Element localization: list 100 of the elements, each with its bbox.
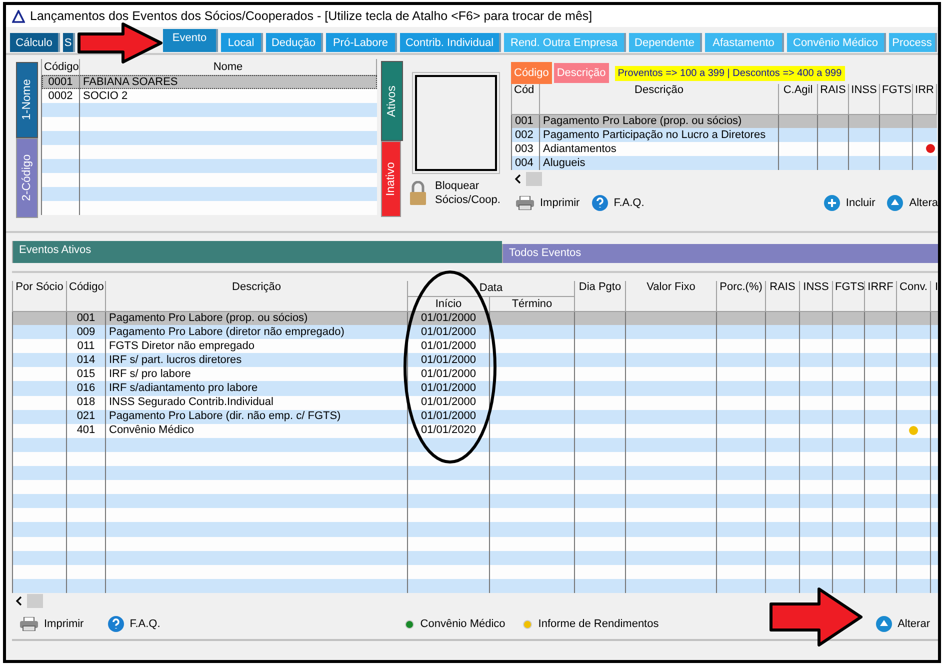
table-cell: 002: [515, 128, 534, 140]
table-cell: IRF s/adiantamento pro labore: [109, 382, 258, 394]
tab[interactable]: Evento: [163, 29, 218, 52]
table-cell: 016: [76, 382, 96, 394]
event-row[interactable]: 002 Pagamento Participação no Lucro a Diretores: [512, 128, 936, 142]
table-cell: Pagamento Participação no Lucro a Diretores: [543, 128, 766, 140]
table-cell: Pagamento Pro Labore (dir. não emp. c/ FGTS): [109, 410, 341, 422]
event-row[interactable]: 011 FGTS Diretor não empregado 01/01/2000: [12, 339, 938, 354]
column-header: Descrição: [106, 281, 408, 311]
table-cell: 01/01/2000: [420, 410, 476, 422]
event-row[interactable]: 021 Pagamento Pro Labore (dir. não emp. c/ FGTS) 01/01/2000: [12, 410, 938, 424]
help-icon: [108, 616, 124, 632]
event-row[interactable]: 009 Pagamento Pro Labore (diretor não empregado) 01/01/2000: [12, 325, 938, 340]
triangle-logo-icon: [12, 10, 25, 22]
tab[interactable]: Cálculo: [10, 33, 60, 52]
event-row[interactable]: 004 Alugueis: [512, 156, 936, 170]
lock-partners-label[interactable]: Bloquear Sócios/Coop.: [435, 179, 507, 207]
table-cell: SOCIO 2: [83, 90, 128, 102]
column-header: Descrição: [540, 84, 778, 114]
status-tab[interactable]: Ativos: [381, 61, 403, 141]
plus-icon: [824, 195, 840, 211]
table-cell: IRF s/ part. lucros diretores: [109, 354, 242, 366]
table-cell: INSS Segurado Contrib.Individual: [109, 396, 274, 408]
table-cell: FGTS Diretor não empregado: [109, 340, 255, 352]
column-header: Conv.: [896, 281, 930, 311]
table-cell: Convênio Médico: [109, 424, 194, 436]
column-header: INSS: [848, 84, 880, 114]
table-cell: 001: [76, 312, 96, 324]
table-cell: 018: [76, 396, 96, 408]
code-range-note: Proventos => 100 a 399 | Descontos => 400 a 999: [614, 66, 845, 80]
column-header: Código: [66, 281, 106, 311]
table-cell: 01/01/2020: [420, 424, 476, 436]
column-header: INSS: [800, 281, 832, 311]
table-cell: 0002: [48, 90, 73, 102]
printer-icon: [20, 617, 38, 631]
padlock-icon: [409, 181, 427, 205]
table-cell: 01/01/2000: [420, 382, 476, 394]
column-header: IRRF: [864, 281, 896, 311]
column-header: Valor Fixo: [626, 281, 716, 311]
table-cell: 015: [76, 368, 96, 380]
column-header: Data: [408, 281, 574, 296]
table-cell: 014: [76, 354, 96, 366]
column-header: Por Sócio: [12, 281, 66, 311]
scrollbar-thumb[interactable]: [27, 594, 43, 608]
column-header: RAIS: [818, 84, 848, 114]
side-tab[interactable]: 1-Nome: [16, 62, 38, 138]
event-row[interactable]: 015 IRF s/ pro labore 01/01/2000: [12, 367, 938, 382]
section-tab[interactable]: Todos Eventos: [502, 244, 938, 263]
column-header: IRR: [912, 84, 936, 114]
event-row[interactable]: 016 IRF s/adiantamento pro labore 01/01/2000: [12, 381, 938, 396]
table-cell: Pagamento Pro Labore (diretor não empregado): [109, 326, 344, 338]
table-cell: Pagamento Pro Labore (prop. ou sócios): [543, 114, 742, 127]
event-row[interactable]: 003 Adiantamentos: [512, 142, 936, 156]
table-cell: 01/01/2000: [420, 312, 476, 324]
table-cell: 003: [515, 142, 534, 154]
table-cell: 0001: [48, 76, 73, 88]
faq-button[interactable]: F.A.Q.: [108, 616, 160, 632]
table-cell: 011: [77, 340, 95, 352]
table-cell: 004: [515, 156, 534, 168]
printer-icon: [516, 196, 534, 210]
help-icon: [592, 195, 608, 211]
section-tab[interactable]: Eventos Ativos: [12, 241, 502, 263]
table-cell: 01/01/2000: [420, 326, 476, 338]
event-row[interactable]: 018 INSS Segurado Contrib.Individual 01/01/2000: [12, 396, 938, 410]
partner-row[interactable]: 0002 SOCIO 2: [42, 89, 376, 103]
scrollbar-thumb[interactable]: [526, 172, 542, 186]
event-row[interactable]: 014 IRF s/ part. lucros diretores 01/01/2000: [12, 353, 938, 368]
side-tab[interactable]: 2-Código: [16, 138, 38, 218]
partner-row[interactable]: 0001 FABIANA SOARES: [42, 75, 376, 89]
faq-button[interactable]: F.A.Q.: [592, 195, 644, 211]
table-cell: 01/01/2000: [420, 354, 476, 366]
edit-button[interactable]: Altera: [887, 195, 938, 211]
table-cell: Adiantamentos: [543, 142, 616, 154]
scroll-left-icon[interactable]: [514, 174, 522, 184]
table-cell: IRF s/ pro labore: [109, 368, 191, 380]
table-cell: 01/01/2000: [420, 396, 476, 408]
edit-button[interactable]: Alterar: [876, 616, 930, 632]
event-row[interactable]: 001 Pagamento Pro Labore (prop. ou sócios) 01/01/2000: [12, 311, 938, 326]
event-row[interactable]: 001 Pagamento Pro Labore (prop. ou sócios): [512, 114, 936, 128]
column-header: Dia Pgto: [574, 281, 626, 311]
table-cell: 001: [515, 114, 534, 127]
column-header: Código: [42, 59, 80, 75]
scroll-left-icon[interactable]: [15, 596, 23, 606]
table-cell: FABIANA SOARES: [83, 76, 178, 88]
print-button[interactable]: Imprimir: [516, 196, 580, 210]
window-title: Lançamentos dos Eventos dos Sócios/Cooperados - [Utilize tecla de Atalho <F6> para trocar de mês]: [30, 9, 592, 23]
status-tab[interactable]: Inativo: [381, 141, 401, 217]
print-button[interactable]: Imprimir: [20, 617, 84, 631]
column-header: RAIS: [766, 281, 800, 311]
table-cell: Pagamento Pro Labore (prop. ou sócios): [109, 312, 308, 324]
table-cell: 009: [76, 326, 96, 338]
tab[interactable]: S: [63, 33, 75, 52]
legend-label: Informe de Rendimentos: [538, 618, 659, 630]
column-header: Cód: [512, 84, 540, 114]
column-header: C.Agil: [778, 84, 818, 114]
event-row[interactable]: 401 Convênio Médico 01/01/2020: [12, 424, 938, 438]
add-button[interactable]: Incluir: [824, 195, 876, 211]
column-header: FGTS: [832, 281, 864, 311]
table-cell: 401: [76, 424, 96, 436]
column-header: FGTS: [880, 84, 912, 114]
